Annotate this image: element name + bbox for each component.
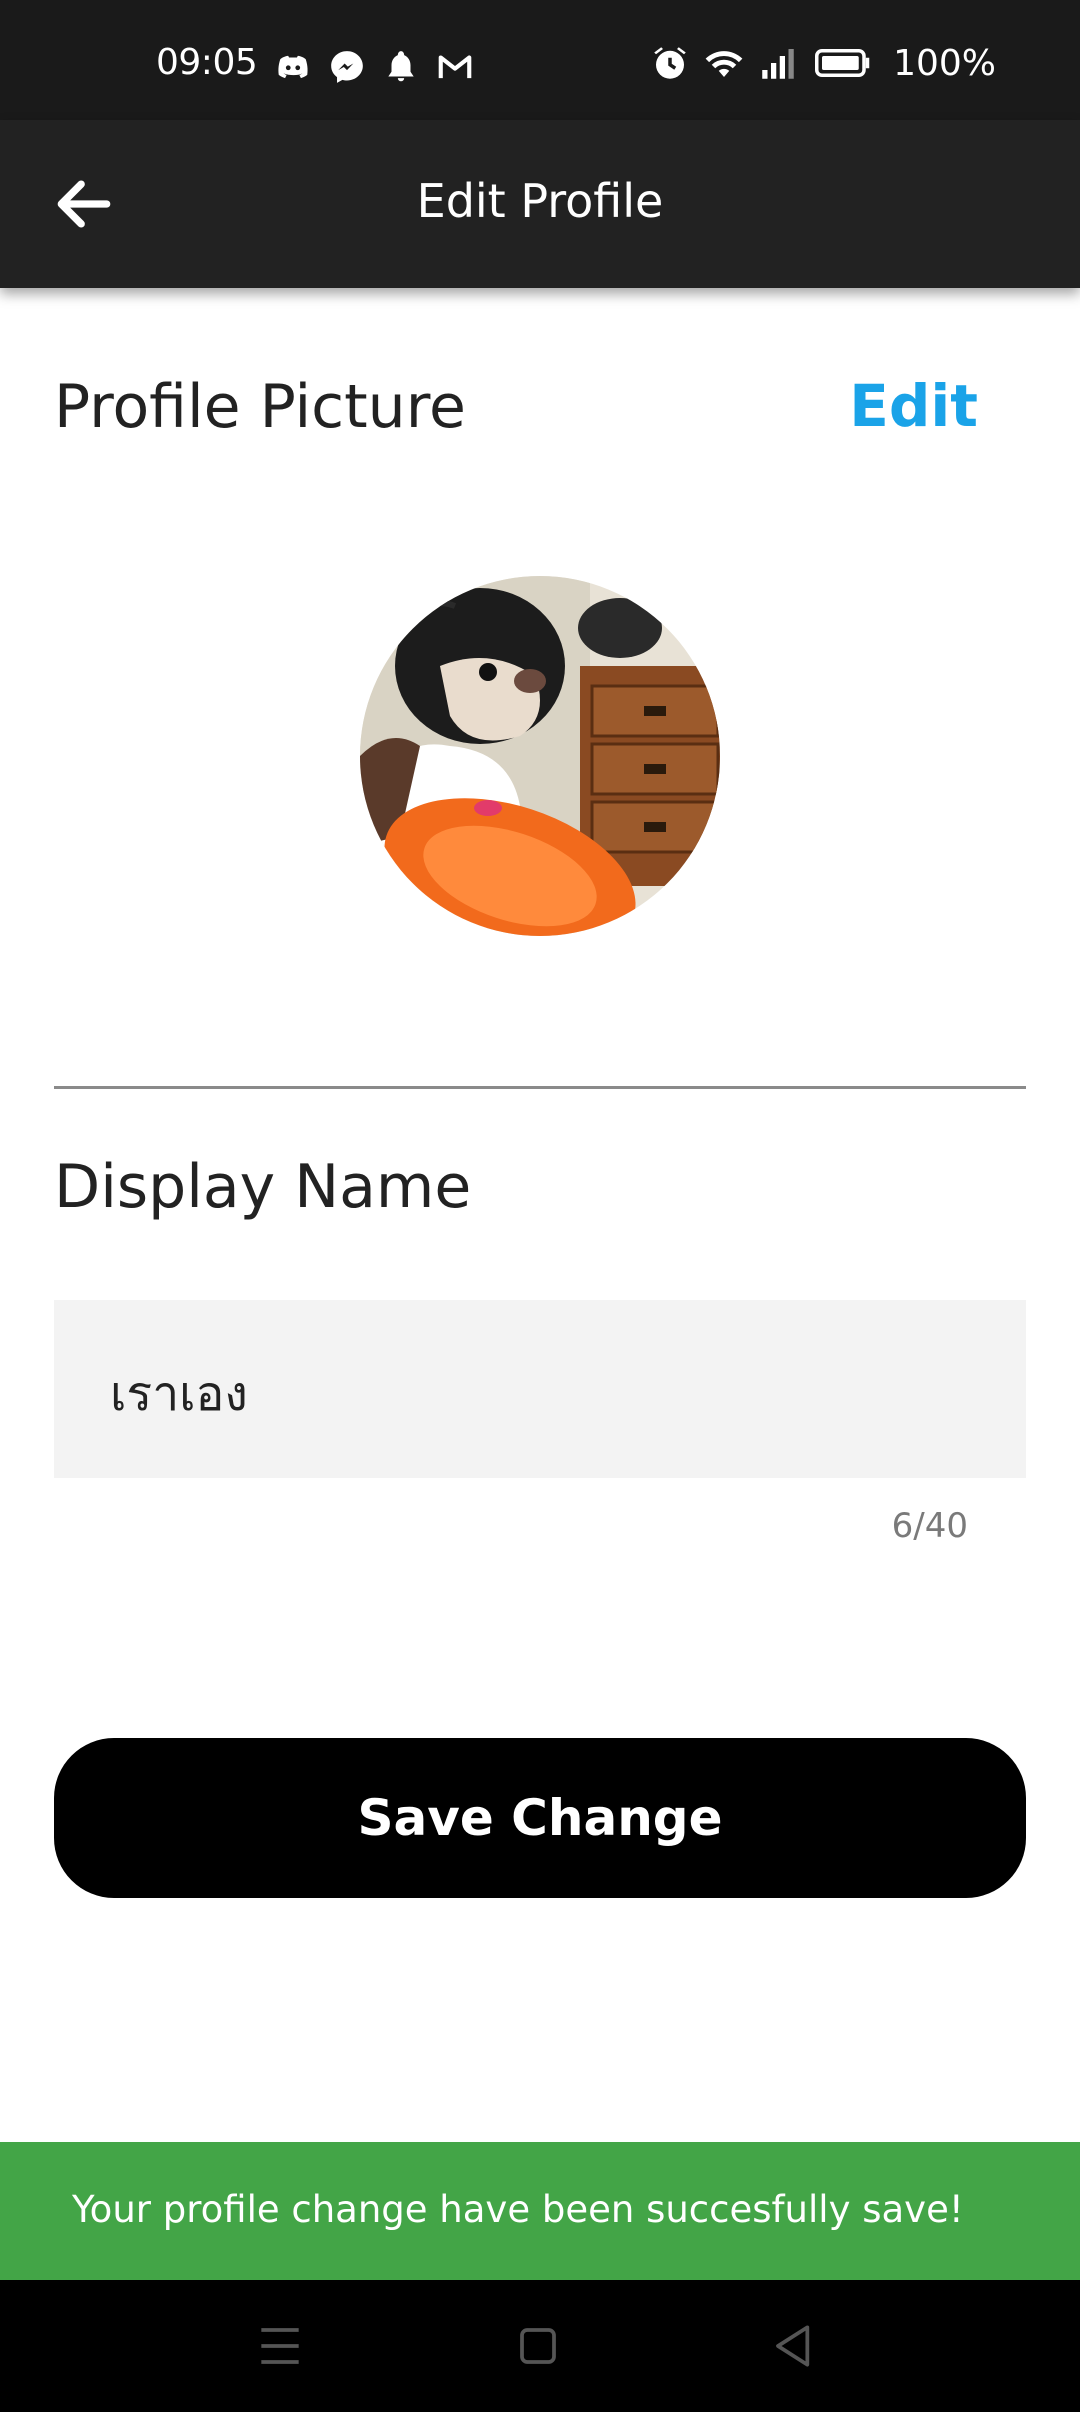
discord-icon	[278, 55, 308, 79]
home-icon[interactable]	[506, 2314, 570, 2378]
wifi-icon	[705, 51, 743, 77]
divider	[54, 1086, 1026, 1089]
display-name-field[interactable]: เราเอง	[54, 1300, 1026, 1478]
system-icons: 100%	[649, 42, 996, 84]
status-time: 09:05	[156, 42, 258, 83]
display-name-label: Display Name	[54, 1152, 472, 1222]
gmail-icon	[438, 55, 472, 79]
character-counter: 6/40	[891, 1506, 968, 1546]
display-name-value: เราเอง	[110, 1366, 248, 1422]
messenger-icon	[331, 51, 363, 83]
avatar[interactable]	[360, 576, 720, 936]
menu-icon[interactable]	[248, 2314, 312, 2378]
save-change-button[interactable]: Save Change	[54, 1738, 1026, 1898]
back-triangle-icon[interactable]	[762, 2314, 826, 2378]
dog-photo	[360, 576, 720, 936]
page-title: Edit Profile	[416, 174, 664, 228]
signal-icon	[762, 49, 794, 79]
alarm-icon	[654, 47, 686, 79]
battery-percent: 100%	[893, 42, 996, 84]
edit-picture-button[interactable]: Edit	[849, 372, 978, 440]
success-snackbar: Your profile change have been succesfull…	[0, 2142, 1080, 2280]
status-bar: 09:05 100%	[0, 0, 1080, 120]
battery-icon	[815, 49, 870, 77]
notification-icons	[274, 48, 474, 86]
navigation-bar	[0, 2280, 1080, 2412]
app-bar: Edit Profile	[0, 120, 1080, 288]
profile-picture-label: Profile Picture	[54, 372, 466, 442]
notification-app-icon	[388, 51, 414, 82]
snackbar-message: Your profile change have been succesfull…	[72, 2188, 964, 2231]
